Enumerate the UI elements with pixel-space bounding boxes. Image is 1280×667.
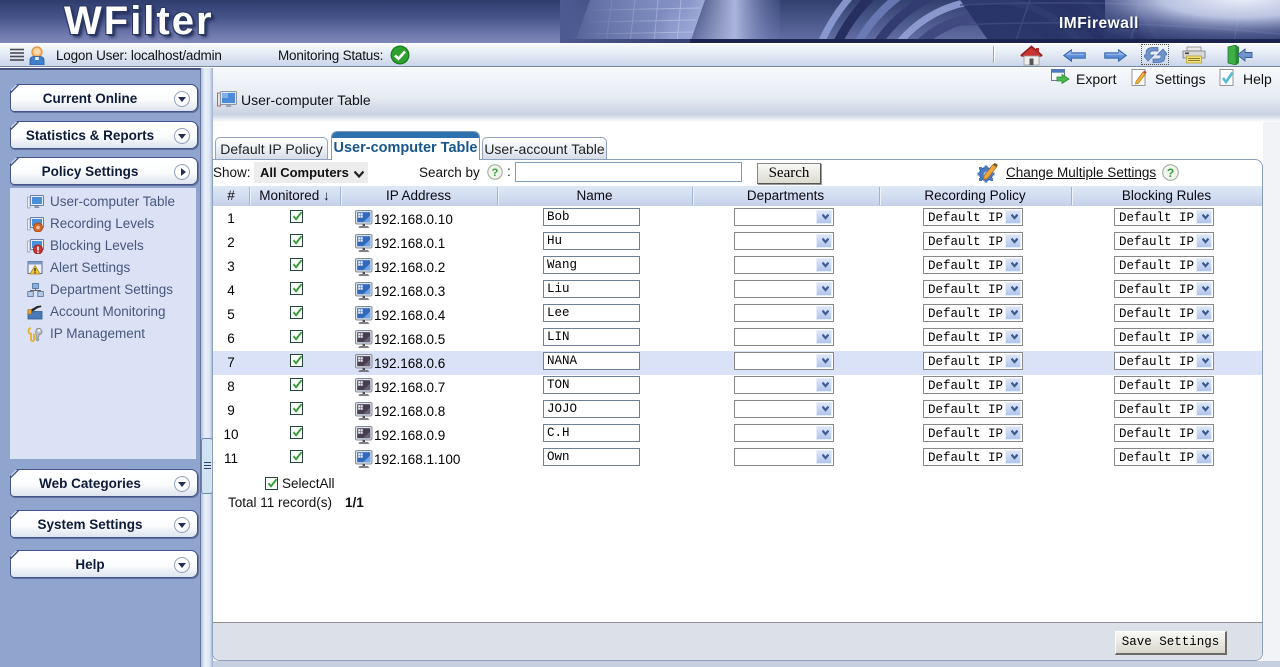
svg-text:?: ? bbox=[492, 167, 499, 179]
svg-text:?: ? bbox=[1167, 166, 1174, 180]
